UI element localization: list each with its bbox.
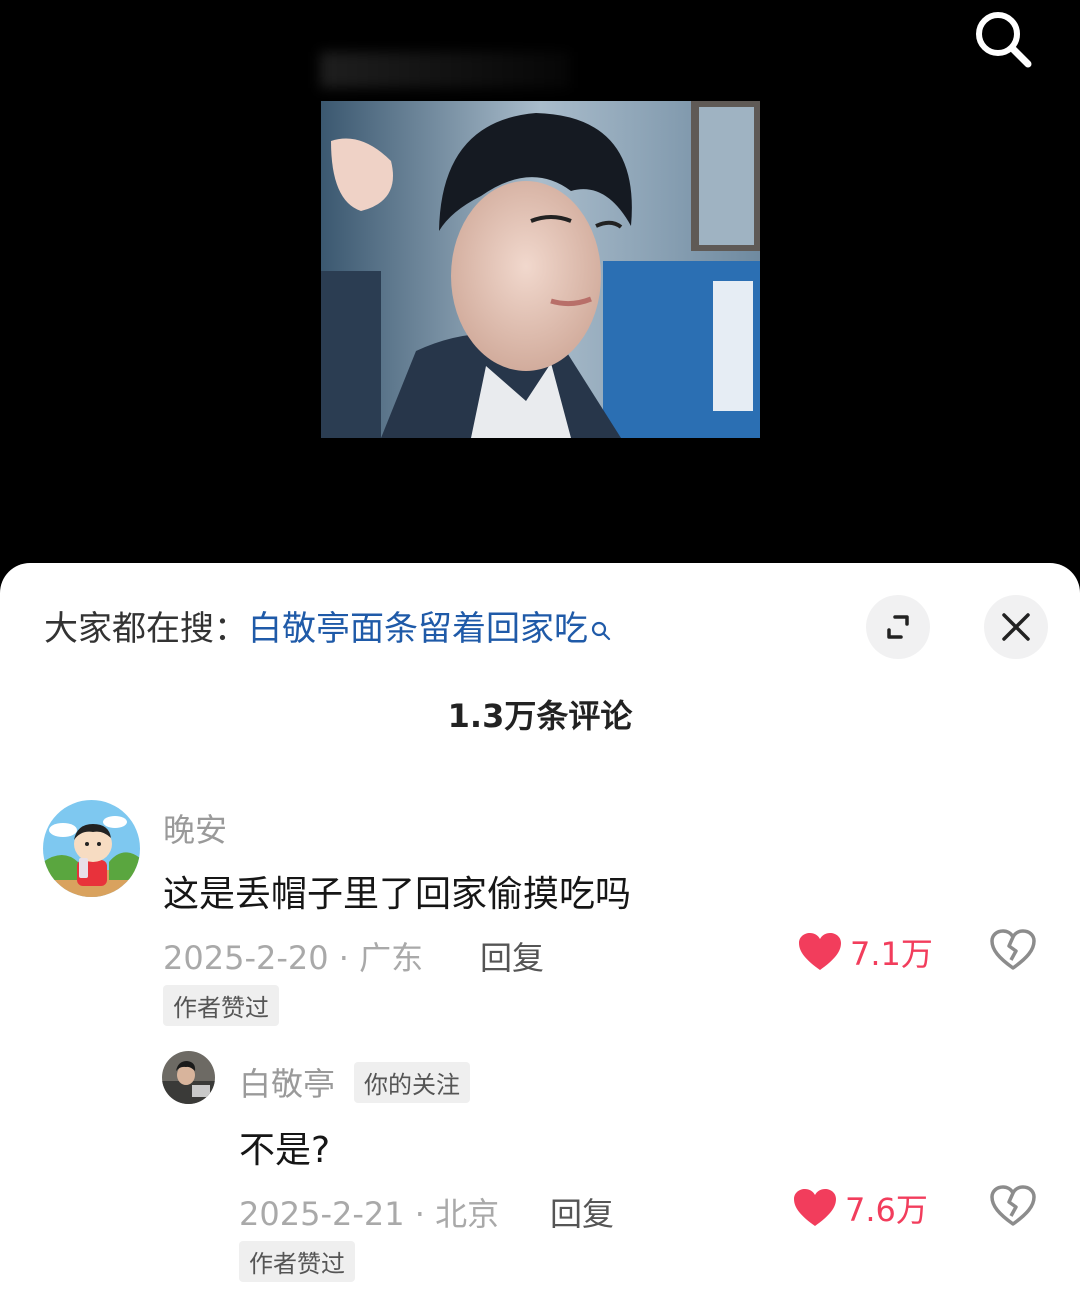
search-button[interactable]: [968, 4, 1040, 76]
comment-count-title: 1.3万条评论: [447, 697, 633, 735]
broken-heart-icon: [990, 929, 1036, 970]
dislike-button[interactable]: [990, 929, 1036, 975]
cartoon-avatar-image: [43, 800, 140, 897]
video-still-image: [321, 101, 760, 438]
author-liked-badge: 作者赞过: [163, 985, 279, 1026]
video-player[interactable]: [0, 0, 1080, 600]
like-button[interactable]: 7.1万: [798, 929, 933, 975]
user-photo-avatar: [162, 1051, 215, 1104]
like-button[interactable]: 7.6万: [793, 1185, 928, 1231]
search-icon: [976, 12, 1032, 68]
following-badge: 你的关注: [354, 1062, 470, 1103]
video-frame: [321, 101, 760, 438]
avatar[interactable]: [162, 1051, 215, 1104]
dislike-button[interactable]: [990, 1185, 1036, 1231]
reply-username[interactable]: 白敬亭: [239, 1059, 335, 1105]
hot-search-bar: 大家都在搜：白敬亭面条留着回家吃: [44, 607, 612, 653]
avatar[interactable]: [43, 800, 140, 897]
video-caption-blur: [320, 52, 570, 88]
small-search-icon: [590, 609, 612, 653]
close-button[interactable]: [984, 595, 1048, 659]
expand-icon: [887, 615, 909, 639]
expand-button[interactable]: [866, 595, 930, 659]
comment-username[interactable]: 晚安: [163, 805, 227, 851]
comment-date-location: 2025-2-20 · 广东: [163, 939, 424, 977]
heart-icon: [794, 1189, 836, 1226]
reply-date-location: 2025-2-21 · 北京: [239, 1195, 500, 1233]
hot-search-term-link[interactable]: 白敬亭面条留着回家吃: [248, 609, 588, 649]
comment-text: 这是丢帽子里了回家偷摸吃吗: [163, 874, 632, 915]
like-count: 7.1万: [850, 935, 933, 973]
hot-search-prefix: 大家都在搜：: [44, 609, 248, 649]
reply-button[interactable]: 回复: [480, 933, 544, 979]
like-count: 7.6万: [845, 1191, 928, 1229]
comment-sheet: 大家都在搜：白敬亭面条留着回家吃 1.3万条评论 晚安 这是丢帽子里了回家偷摸吃…: [0, 563, 1080, 1290]
heart-icon: [799, 933, 841, 970]
close-icon: [1002, 613, 1030, 641]
reply-text: 不是?: [239, 1130, 331, 1171]
reply-button[interactable]: 回复: [550, 1189, 614, 1235]
author-liked-badge: 作者赞过: [239, 1241, 355, 1282]
broken-heart-icon: [990, 1185, 1036, 1226]
